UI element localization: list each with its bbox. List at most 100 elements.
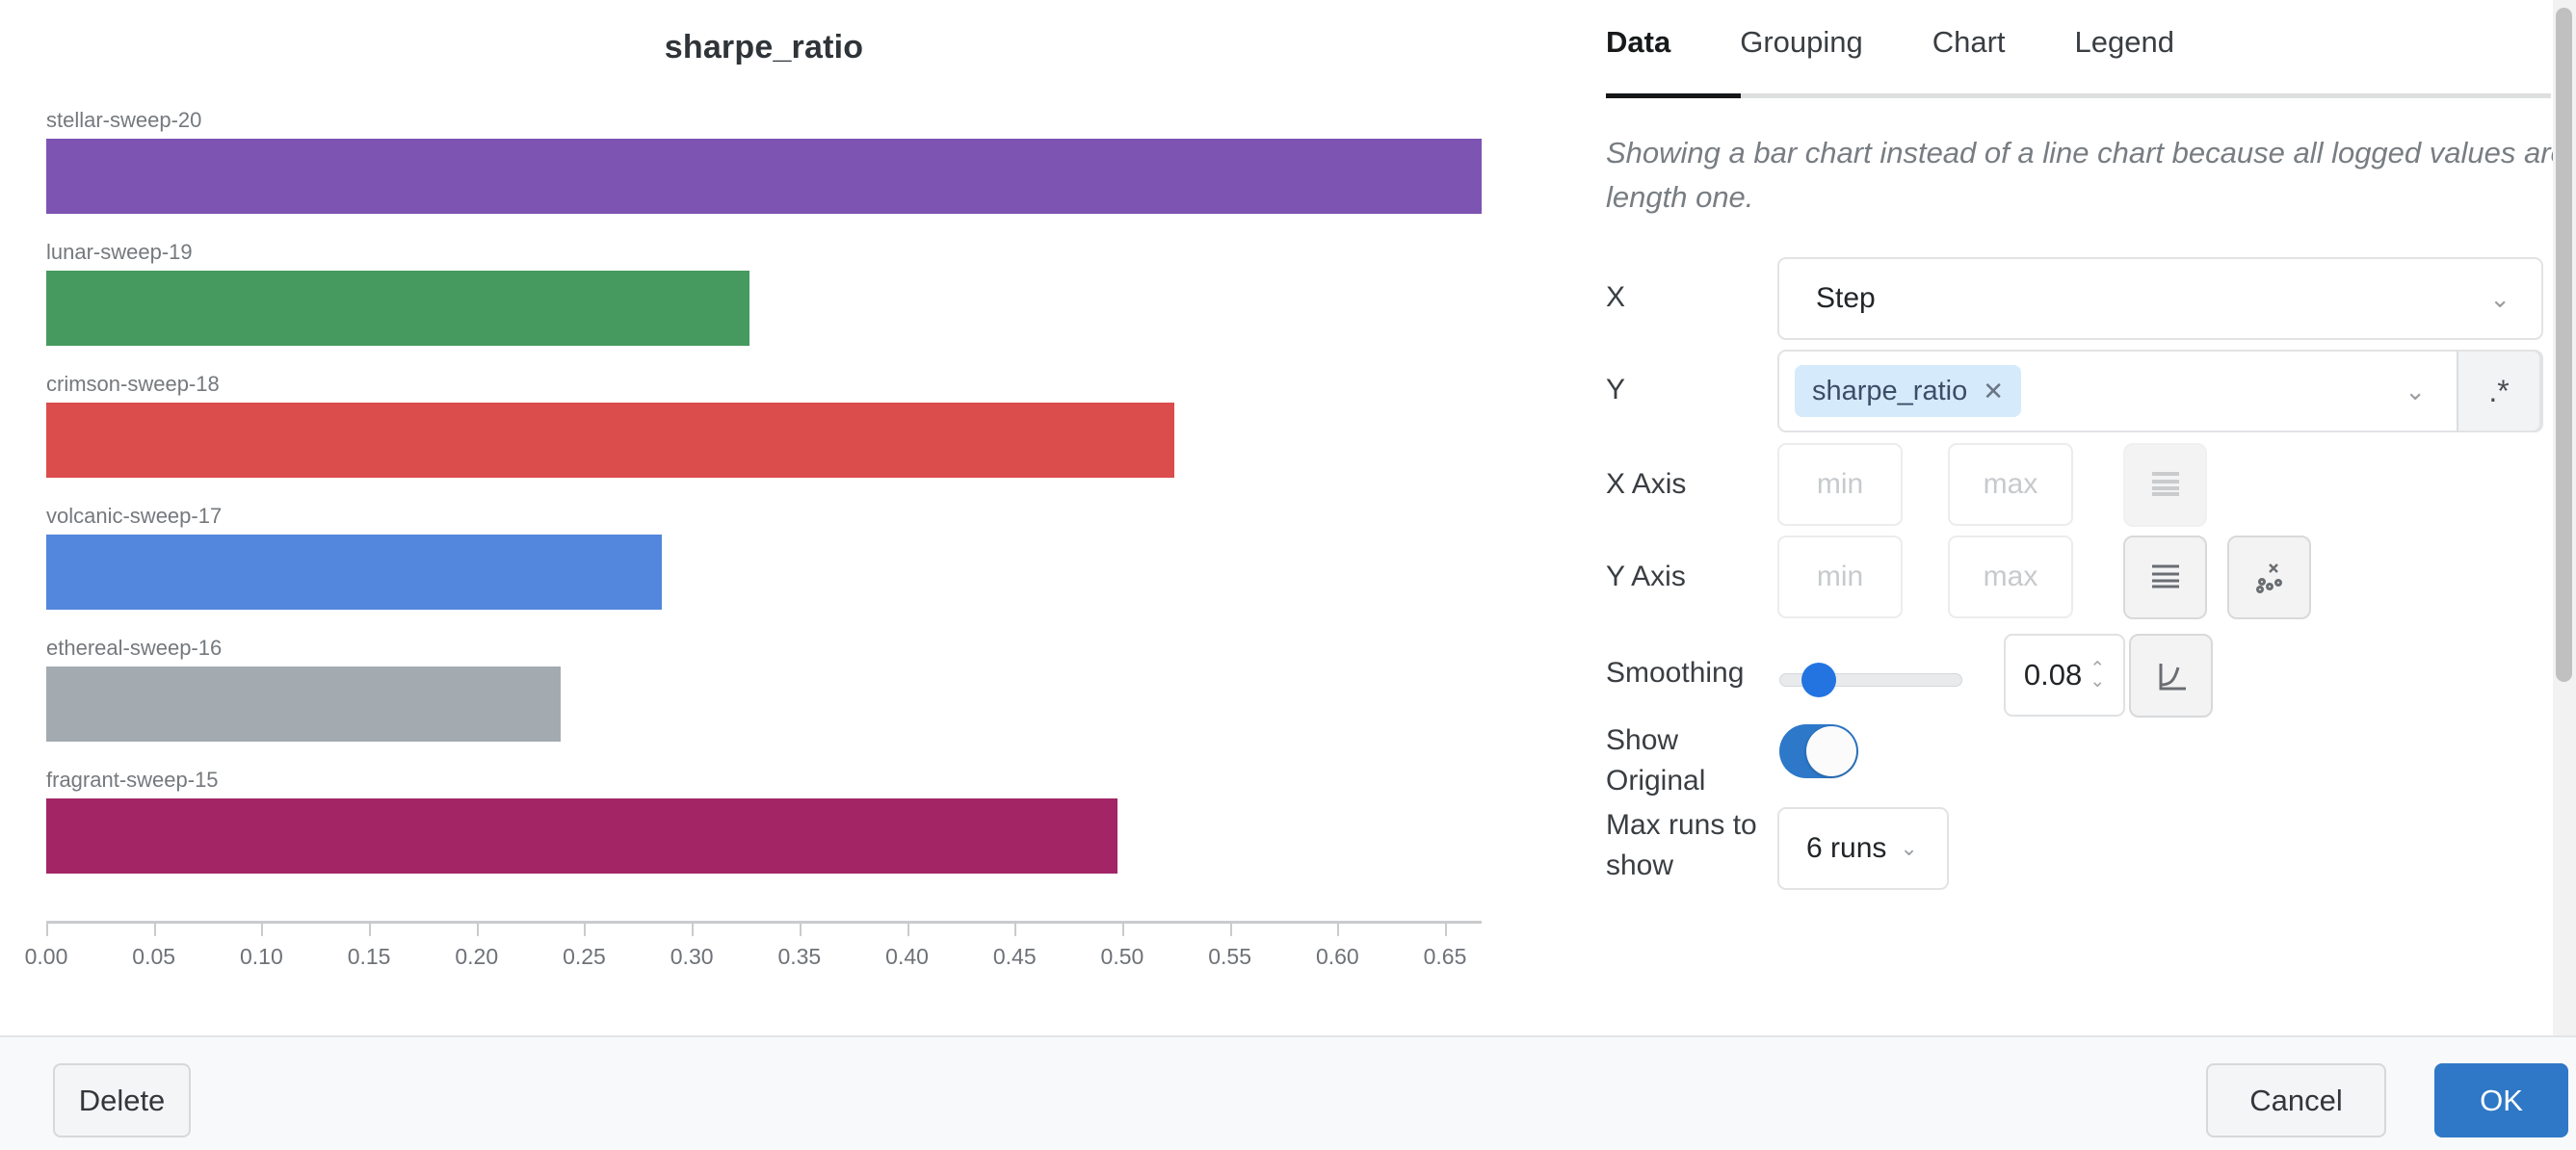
max-runs-value: 6 runs: [1806, 832, 1886, 865]
y-axis-log-scale-button[interactable]: [2123, 536, 2207, 619]
y-metric-tag-label: sharpe_ratio: [1812, 376, 1967, 407]
scrollbar-thumb[interactable]: [2556, 8, 2572, 682]
run-label: crimson-sweep-18: [46, 370, 1482, 399]
run-label: volcanic-sweep-17: [46, 502, 1482, 531]
regex-toggle-button[interactable]: .*: [2457, 350, 2541, 432]
axis-tick: [261, 924, 263, 936]
axis-tick-label: 0.40: [869, 944, 946, 970]
x-axis: 0.000.050.100.150.200.250.300.350.400.45…: [46, 921, 1482, 979]
axis-tick: [46, 924, 48, 936]
axis-tick: [1230, 924, 1232, 936]
cancel-button[interactable]: Cancel: [2206, 1063, 2386, 1137]
chart-panel: sharpe_ratio stellar-sweep-20 lunar-sweep…: [0, 0, 1561, 1035]
run-label: stellar-sweep-20: [46, 106, 1482, 135]
axis-tick-label: 0.50: [1084, 944, 1161, 970]
axis-tick: [907, 924, 909, 936]
y-field-select[interactable]: sharpe_ratio ✕ ⌄ .*: [1777, 350, 2543, 432]
y-metric-tag[interactable]: sharpe_ratio ✕: [1795, 365, 2021, 417]
axis-tick-label: 0.35: [761, 944, 838, 970]
run-bar-group: fragrant-sweep-15: [46, 766, 1482, 874]
close-icon[interactable]: ✕: [1983, 377, 2004, 406]
delete-button[interactable]: Delete: [53, 1063, 191, 1137]
run-bar[interactable]: [46, 139, 1482, 214]
modal-footer: Delete Cancel OK: [0, 1035, 2576, 1150]
tab-chart[interactable]: Chart: [1932, 25, 2006, 69]
show-original-toggle[interactable]: [1779, 724, 1858, 778]
run-bar-group: volcanic-sweep-17: [46, 502, 1482, 610]
axis-tick: [1337, 924, 1339, 936]
run-label: lunar-sweep-19: [46, 238, 1482, 267]
show-original-label: Show Original: [1606, 720, 1777, 801]
smoothing-label: Smoothing: [1606, 653, 1777, 693]
axis-tick-label: 0.15: [330, 944, 407, 970]
axis-tick-label: 0.65: [1406, 944, 1484, 970]
stepper-arrows-icon[interactable]: ⌃⌄: [2090, 663, 2105, 688]
run-label: ethereal-sweep-16: [46, 634, 1482, 663]
run-bar-group: stellar-sweep-20: [46, 106, 1482, 214]
tab-underline: [1606, 93, 2551, 98]
axis-tick: [369, 924, 371, 936]
log-scale-icon: [2146, 559, 2185, 597]
log-scale-icon: [2146, 466, 2185, 505]
bar-chart-note: Showing a bar chart instead of a line ch…: [1606, 131, 2574, 220]
x-axis-max-input[interactable]: [1948, 443, 2073, 526]
axis-tick-label: 0.25: [545, 944, 622, 970]
run-bar[interactable]: [46, 666, 561, 742]
axis-tick: [1445, 924, 1447, 936]
smoothing-slider[interactable]: [1779, 673, 1962, 687]
axis-tick-label: 0.05: [116, 944, 193, 970]
run-bar[interactable]: [46, 271, 749, 346]
axis-tick: [477, 924, 479, 936]
chevron-down-icon: ⌄: [1900, 836, 1917, 861]
x-field-select[interactable]: Step ⌄: [1777, 257, 2543, 340]
smoothing-type-button[interactable]: [2129, 634, 2213, 718]
axis-tick-label: 0.20: [438, 944, 515, 970]
chart-editor-modal: sharpe_ratio stellar-sweep-20 lunar-sweep…: [0, 0, 2576, 1150]
axis-tick: [154, 924, 156, 936]
tab-bar: Data Grouping Chart Legend: [1606, 25, 2244, 69]
axis-tick: [692, 924, 694, 936]
smoothing-slider-thumb[interactable]: [1801, 663, 1836, 697]
y-axis-label: Y Axis: [1606, 557, 1777, 597]
run-label: fragrant-sweep-15: [46, 766, 1482, 795]
y-axis-ignore-outliers-button[interactable]: [2227, 536, 2311, 619]
chevron-down-icon: ⌄: [2405, 379, 2426, 404]
chevron-down-icon: ⌄: [2489, 286, 2510, 311]
run-bar-group: crimson-sweep-18: [46, 370, 1482, 478]
axis-tick: [1122, 924, 1124, 936]
y-axis-min-input[interactable]: [1777, 536, 1903, 618]
tab-data[interactable]: Data: [1606, 25, 1670, 69]
run-bar[interactable]: [46, 798, 1117, 874]
axis-tick-label: 0.00: [8, 944, 85, 970]
y-axis-max-input[interactable]: [1948, 536, 2073, 618]
y-field-label: Y: [1606, 370, 1777, 410]
tab-legend[interactable]: Legend: [2075, 25, 2174, 69]
settings-panel: Data Grouping Chart Legend Showing a bar…: [1599, 0, 2553, 1035]
ok-button[interactable]: OK: [2434, 1063, 2568, 1137]
ignore-outliers-icon: [2248, 557, 2291, 599]
x-axis-label: X Axis: [1606, 464, 1777, 505]
scrollbar-track[interactable]: [2553, 0, 2576, 1035]
chart-title: sharpe_ratio: [46, 29, 1482, 66]
toggle-knob: [1806, 726, 1856, 776]
axis-tick-label: 0.60: [1299, 944, 1376, 970]
run-bar[interactable]: [46, 535, 662, 610]
axis-tick-label: 0.45: [976, 944, 1053, 970]
axis-tick: [800, 924, 802, 936]
axis-tick: [1014, 924, 1016, 936]
run-bar[interactable]: [46, 403, 1174, 478]
active-tab-indicator: [1606, 93, 1741, 98]
tab-grouping[interactable]: Grouping: [1740, 25, 1863, 69]
x-axis-log-scale-button[interactable]: [2123, 443, 2207, 527]
bar-chart: stellar-sweep-20 lunar-sweep-19 crimson-sw…: [46, 106, 1482, 898]
x-field-label: X: [1606, 277, 1777, 318]
x-field-value: Step: [1816, 282, 1876, 315]
axis-tick-label: 0.10: [223, 944, 300, 970]
max-runs-label: Max runs to show: [1606, 805, 1777, 886]
smoothing-curve-icon: [2149, 654, 2194, 698]
run-bar-group: ethereal-sweep-16: [46, 634, 1482, 742]
smoothing-value-input[interactable]: 0.08 ⌃⌄: [2004, 634, 2125, 717]
max-runs-select[interactable]: 6 runs ⌄: [1777, 807, 1949, 890]
x-axis-min-input[interactable]: [1777, 443, 1903, 526]
axis-tick-label: 0.55: [1192, 944, 1269, 970]
